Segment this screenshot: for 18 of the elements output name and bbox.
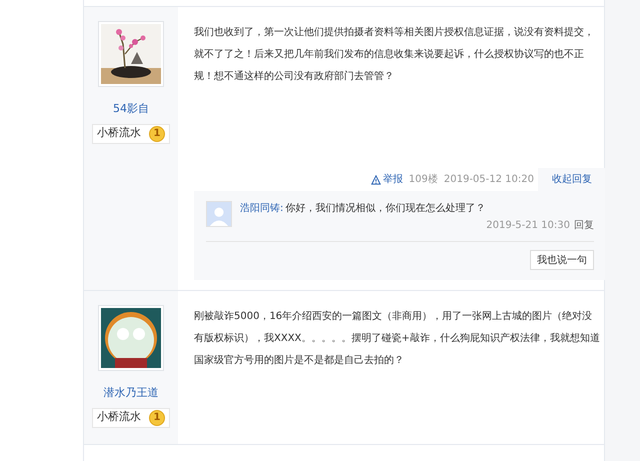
post-text: 刚被敲诈5000，16年介绍西安的一篇图文（非商用），用了一张网上古城的图片（绝对没有版权标识），我XXXX。。。。。摆明了碰瓷+敲诈，什么狗屁知识产权法律，我就想知道国家级官方号用的图片是不是都是自己去拍的？ bbox=[194, 310, 600, 368]
reply-time: 2019-5-21 10:30 bbox=[486, 219, 570, 233]
reply-link[interactable]: 回复 bbox=[574, 218, 594, 233]
reply-username[interactable]: 浩阳同铸: bbox=[240, 201, 284, 216]
badge-label: 小桥流水 bbox=[97, 125, 141, 142]
post-time: 2019-05-12 10:20 bbox=[444, 173, 534, 187]
warning-icon bbox=[370, 174, 381, 184]
reply-text: 你好，我们情况相似，你们现在怎么处理了？ bbox=[285, 202, 486, 216]
post-text: 我们也收到了，第一次让他们提供拍摄者资料等相关图片授权信息证据，说没有资料提交，就不了了之！后来又把几年前我们发布的信息收集来说要起诉，什么授权协议写的也不正规！想不通这样的公司没有政府部门去管管？ bbox=[194, 26, 595, 84]
username-link[interactable]: 54影自 bbox=[113, 101, 149, 118]
collapse-replies-tab[interactable]: 收起回复 bbox=[538, 168, 606, 191]
username-link[interactable]: 潜水乃王道 bbox=[104, 385, 158, 402]
badge-label: 小桥流水 bbox=[97, 409, 141, 426]
report-link[interactable]: 举报 bbox=[370, 172, 403, 187]
floor-number: 109楼 bbox=[408, 172, 438, 187]
avatar-frame[interactable] bbox=[98, 305, 164, 371]
add-reply-button[interactable]: 我也说一句 bbox=[530, 250, 594, 270]
avatar-frame[interactable] bbox=[98, 21, 164, 87]
